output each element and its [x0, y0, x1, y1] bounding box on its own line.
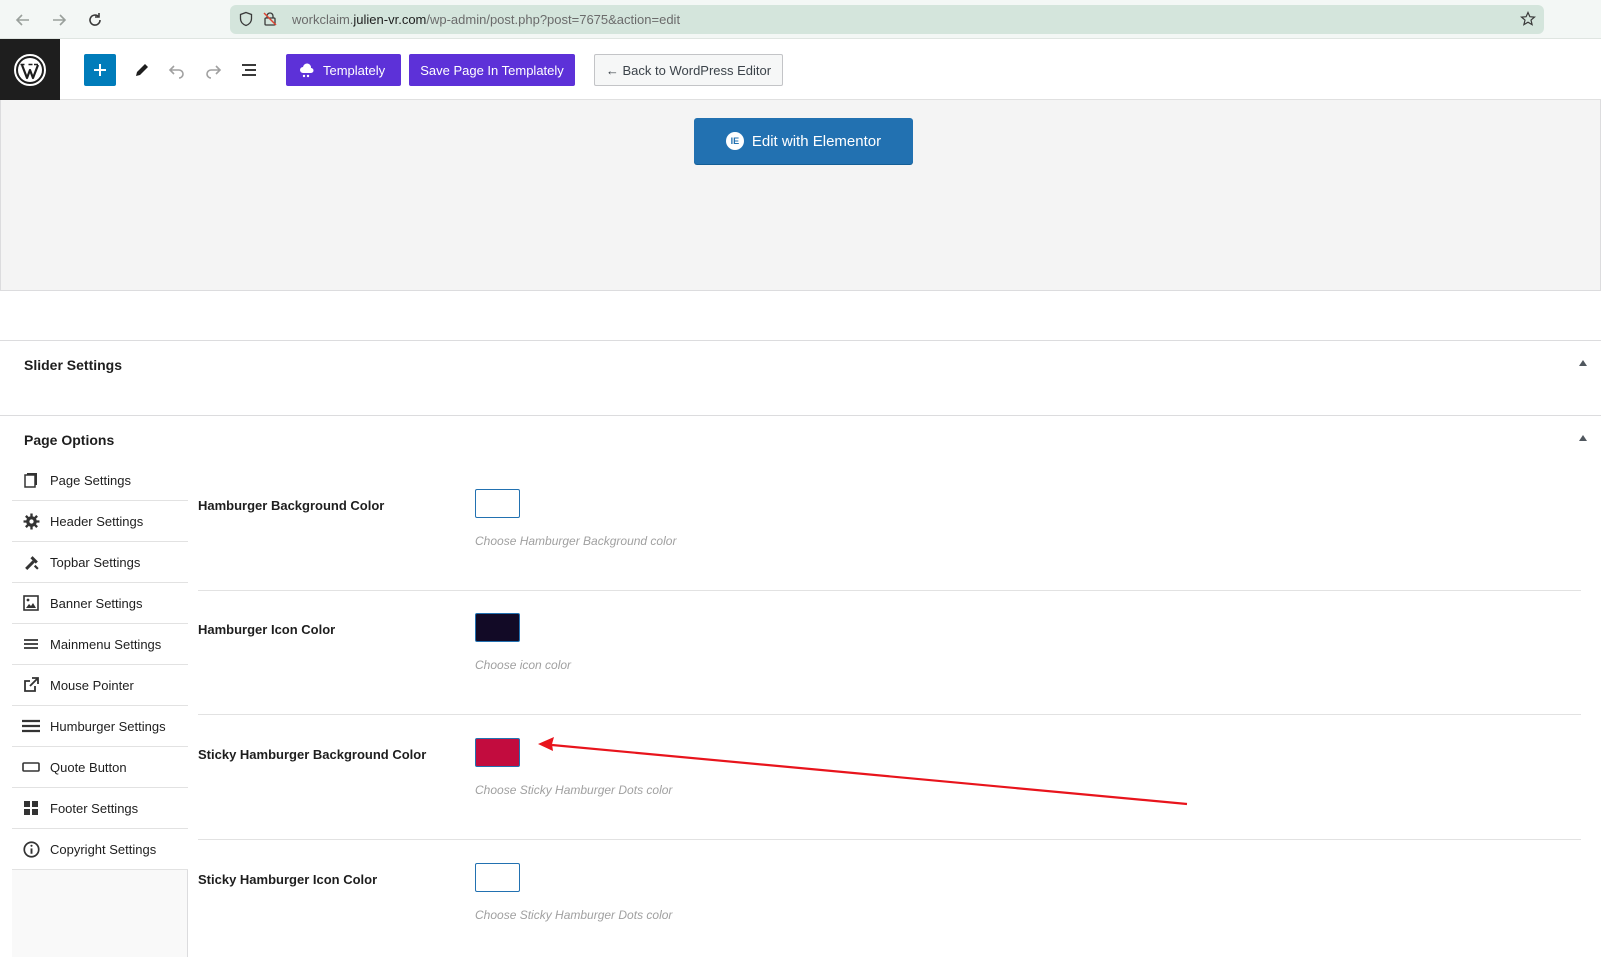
sidebar-item-label: Mouse Pointer — [50, 677, 134, 693]
field-description: Choose Sticky Hamburger Dots color — [475, 908, 673, 922]
sidebar-item-humburger-settings[interactable]: Humburger Settings — [12, 706, 188, 747]
collapse-triangle-icon[interactable] — [1579, 360, 1587, 366]
sidebar-item-label: Humburger Settings — [50, 718, 166, 734]
field-label: Sticky Hamburger Icon Color — [198, 872, 378, 887]
save-in-templately-button[interactable]: Save Page In Templately — [409, 54, 575, 86]
sidebar-item-mouse-pointer[interactable]: Mouse Pointer — [12, 665, 188, 706]
page: workclaim.julien-vr.com/wp-admin/post.ph… — [0, 0, 1601, 957]
wordpress-icon — [14, 53, 46, 86]
field-hamburger-icon-color: Hamburger Icon Color Choose icon color — [198, 591, 1581, 715]
edit-tools-button[interactable] — [129, 57, 155, 83]
slider-settings-title[interactable]: Slider Settings — [24, 357, 122, 373]
gear-icon — [22, 512, 40, 530]
elementor-icon: IE — [725, 132, 744, 150]
field-label: Sticky Hamburger Background Color — [198, 747, 427, 762]
sidebar-item-topbar-settings[interactable]: Topbar Settings — [12, 542, 188, 583]
sidebar-item-header-settings[interactable]: Header Settings — [12, 501, 188, 542]
field-label: Hamburger Background Color — [198, 498, 385, 513]
menu-icon — [22, 635, 40, 653]
sidebar-item-label: Banner Settings — [50, 595, 143, 611]
field-description: Choose Sticky Hamburger Dots color — [475, 783, 673, 797]
sidebar-item-footer-settings[interactable]: Footer Settings — [12, 788, 188, 829]
document-overview-button[interactable] — [236, 57, 262, 83]
elementor-button-label: Edit with Elementor — [751, 132, 882, 150]
url-text[interactable]: workclaim.julien-vr.com/wp-admin/post.ph… — [292, 12, 680, 27]
reload-icon[interactable] — [83, 8, 107, 32]
sidebar-item-page-settings[interactable]: Page Settings — [12, 460, 188, 501]
templately-button[interactable]: Templately — [286, 54, 401, 86]
elementor-panel: IE Edit with Elementor — [0, 100, 1601, 291]
sidebar-item-copyright-settings[interactable]: Copyright Settings — [12, 829, 188, 870]
sidebar-item-label: Mainmenu Settings — [50, 636, 162, 652]
info-icon — [22, 840, 40, 858]
button-icon — [22, 758, 40, 776]
field-sticky-hamburger-icon-color: Sticky Hamburger Icon Color Choose Stick… — [198, 841, 1581, 957]
slider-settings-metabox: Slider Settings — [0, 340, 1601, 416]
page-options-metabox: Page Options — [0, 415, 1601, 460]
sidebar-item-label: Page Settings — [50, 472, 131, 488]
color-swatch[interactable] — [475, 613, 520, 642]
field-hamburger-background-color: Hamburger Background Color Choose Hambur… — [198, 467, 1581, 591]
templately-label: Templately — [323, 62, 386, 78]
sidebar-item-label: Header Settings — [50, 513, 144, 529]
field-description: Choose icon color — [475, 658, 572, 672]
sidebar-item-mainmenu-settings[interactable]: Mainmenu Settings — [12, 624, 188, 665]
page-options-sidebar: Page Settings Header Settings Topbar Set… — [12, 460, 188, 957]
sidebar-item-label: Topbar Settings — [50, 554, 141, 570]
wordpress-logo[interactable] — [0, 39, 60, 100]
forward-arrow-icon[interactable] — [47, 8, 71, 32]
grid-icon — [22, 799, 40, 817]
browser-toolbar: workclaim.julien-vr.com/wp-admin/post.ph… — [0, 0, 1601, 39]
star-icon[interactable] — [1520, 11, 1536, 27]
color-swatch[interactable] — [475, 738, 520, 767]
back-to-wordpress-editor-button[interactable]: ← Back to WordPress Editor — [594, 54, 783, 86]
back-arrow-icon[interactable] — [11, 8, 35, 32]
color-swatch[interactable] — [475, 489, 520, 518]
undo-button[interactable] — [164, 57, 190, 83]
address-bar[interactable]: workclaim.julien-vr.com/wp-admin/post.ph… — [230, 5, 1544, 34]
editor-toolbar: Templately Save Page In Templately ← Bac… — [0, 39, 1601, 100]
sidebar-item-banner-settings[interactable]: Banner Settings — [12, 583, 188, 624]
edit-with-elementor-button[interactable]: IE Edit with Elementor — [694, 118, 913, 164]
list-view-icon — [242, 64, 256, 76]
insecure-lock-icon[interactable] — [262, 11, 278, 27]
plus-icon — [94, 64, 106, 76]
redo-button[interactable] — [200, 57, 226, 83]
field-sticky-hamburger-background-color: Sticky Hamburger Background Color Choose… — [198, 716, 1581, 840]
add-block-button[interactable] — [84, 54, 116, 86]
pencil-icon — [136, 64, 148, 76]
sidebar-item-quote-button[interactable]: Quote Button — [12, 747, 188, 788]
redo-icon — [206, 65, 222, 79]
pages-icon — [22, 471, 40, 489]
sidebar-item-label: Copyright Settings — [50, 841, 157, 857]
templately-cloud-icon — [300, 63, 314, 78]
color-swatch[interactable] — [475, 863, 520, 892]
external-icon — [22, 676, 40, 694]
tools-icon — [22, 553, 40, 571]
collapse-triangle-icon[interactable] — [1579, 435, 1587, 441]
page-options-title[interactable]: Page Options — [24, 432, 114, 448]
sidebar-item-label: Quote Button — [50, 759, 127, 775]
field-label: Hamburger Icon Color — [198, 622, 336, 637]
undo-icon — [168, 65, 184, 79]
hamburger-icon — [22, 717, 40, 735]
field-description: Choose Hamburger Background color — [475, 534, 677, 548]
sidebar-item-label: Footer Settings — [50, 800, 139, 816]
image-icon — [22, 594, 40, 612]
shield-icon[interactable] — [238, 11, 254, 27]
